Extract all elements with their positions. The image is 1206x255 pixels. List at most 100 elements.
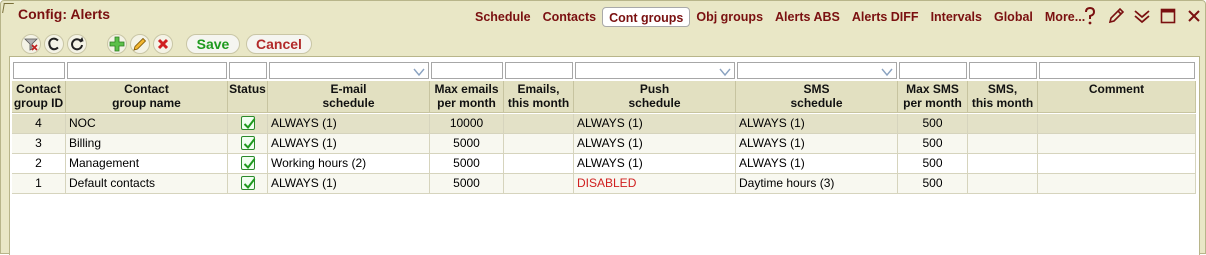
nav-item-cont-groups[interactable]: Cont groups xyxy=(602,7,691,27)
grid-panel: Contact group ID Contact group name Status E-… xyxy=(9,56,1200,255)
cell-email_schedule[interactable]: ALWAYS (1) xyxy=(268,134,430,154)
collapse-icon[interactable] xyxy=(1131,6,1153,26)
cell-comment[interactable] xyxy=(1038,114,1196,134)
cell-max_sms[interactable]: 500 xyxy=(898,134,968,154)
cell-max_sms[interactable]: 500 xyxy=(898,154,968,174)
column-header-status[interactable]: Status xyxy=(228,81,268,113)
refresh-icon[interactable] xyxy=(67,34,87,54)
cell-email_schedule[interactable]: Working hours (2) xyxy=(268,154,430,174)
cell-status[interactable] xyxy=(228,114,268,134)
column-header-push_schedule[interactable]: Push schedule xyxy=(574,81,736,113)
column-header-max_emails[interactable]: Max emails per month xyxy=(430,81,504,113)
column-header-max_sms[interactable]: Max SMS per month xyxy=(898,81,968,113)
cell-sms_schedule[interactable]: Daytime hours (3) xyxy=(736,174,898,194)
cell-max_sms[interactable]: 500 xyxy=(898,114,968,134)
c-icon[interactable] xyxy=(44,34,64,54)
column-header-emails_month[interactable]: Emails, this month xyxy=(504,81,574,113)
column-header-line: this month xyxy=(507,96,570,110)
cell-emails_month[interactable] xyxy=(504,114,574,134)
cell-max_emails[interactable]: 10000 xyxy=(430,114,504,134)
cell-name[interactable]: Default contacts xyxy=(66,174,228,194)
status-checkbox[interactable] xyxy=(240,116,255,130)
nav-item-alerts-abs[interactable]: Alerts ABS xyxy=(769,7,846,27)
filter-input-name[interactable] xyxy=(67,62,227,79)
filter-input-max_sms[interactable] xyxy=(899,62,967,79)
cell-sms_schedule[interactable]: ALWAYS (1) xyxy=(736,114,898,134)
filter-input-sms_schedule[interactable] xyxy=(737,62,897,79)
cell-name[interactable]: Management xyxy=(66,154,228,174)
cell-name[interactable]: Billing xyxy=(66,134,228,154)
status-checkbox[interactable] xyxy=(240,176,255,190)
cell-max_emails[interactable]: 5000 xyxy=(430,154,504,174)
cell-id[interactable]: 3 xyxy=(12,134,66,154)
nav-item-alerts-diff[interactable]: Alerts DIFF xyxy=(846,7,925,27)
cell-comment[interactable] xyxy=(1038,134,1196,154)
cell-max_sms[interactable]: 500 xyxy=(898,174,968,194)
chevron-down-icon[interactable] xyxy=(719,66,731,77)
cell-push_schedule[interactable]: ALWAYS (1) xyxy=(574,134,736,154)
cancel-button[interactable]: Cancel xyxy=(246,34,312,54)
column-header-email_schedule[interactable]: E-mail schedule xyxy=(268,81,430,113)
filter-input-max_emails[interactable] xyxy=(431,62,503,79)
nav-item-contacts[interactable]: Contacts xyxy=(537,7,602,27)
cell-status[interactable] xyxy=(228,154,268,174)
delete-icon[interactable] xyxy=(153,34,173,54)
pencil-icon[interactable] xyxy=(1105,6,1127,26)
nav-item-schedule[interactable]: Schedule xyxy=(469,7,537,27)
cell-emails_month[interactable] xyxy=(504,134,574,154)
close-icon[interactable] xyxy=(1183,6,1205,26)
cell-sms_month[interactable] xyxy=(968,154,1038,174)
filter-input-id[interactable] xyxy=(13,62,65,79)
nav-item-intervals[interactable]: Intervals xyxy=(925,7,988,27)
filter-input-status[interactable] xyxy=(229,62,267,79)
nav-item-obj-groups[interactable]: Obj groups xyxy=(690,7,769,27)
status-checkbox[interactable] xyxy=(240,156,255,170)
cell-name[interactable]: NOC xyxy=(66,114,228,134)
column-header-id[interactable]: Contact group ID xyxy=(12,81,66,113)
column-header-line: schedule xyxy=(322,96,375,110)
window-corner-handle[interactable] xyxy=(2,3,14,13)
cell-status[interactable] xyxy=(228,134,268,154)
cell-push_schedule[interactable]: ALWAYS (1) xyxy=(574,154,736,174)
chevron-down-icon[interactable] xyxy=(413,66,425,77)
cell-sms_month[interactable] xyxy=(968,134,1038,154)
column-header-sms_month[interactable]: SMS, this month xyxy=(968,81,1038,113)
help-icon[interactable] xyxy=(1079,6,1101,26)
nav-item-global[interactable]: Global xyxy=(988,7,1039,27)
cell-push_schedule[interactable]: ALWAYS (1) xyxy=(574,114,736,134)
cell-emails_month[interactable] xyxy=(504,174,574,194)
cell-sms_schedule[interactable]: ALWAYS (1) xyxy=(736,134,898,154)
status-checkbox[interactable] xyxy=(240,136,255,150)
cell-id[interactable]: 1 xyxy=(12,174,66,194)
cell-status[interactable] xyxy=(228,174,268,194)
cell-sms_month[interactable] xyxy=(968,174,1038,194)
clear-filter-icon[interactable] xyxy=(21,34,41,54)
cell-emails_month[interactable] xyxy=(504,154,574,174)
edit-icon[interactable] xyxy=(130,34,150,54)
cell-id[interactable]: 4 xyxy=(12,114,66,134)
column-header-sms_schedule[interactable]: SMS schedule xyxy=(736,81,898,113)
alerts-config-window: Config: Alerts Schedule Contacts Cont gr… xyxy=(0,0,1206,255)
cell-id[interactable]: 2 xyxy=(12,154,66,174)
maximize-icon[interactable] xyxy=(1157,6,1179,26)
cell-email_schedule[interactable]: ALWAYS (1) xyxy=(268,174,430,194)
filter-input-email_schedule[interactable] xyxy=(269,62,429,79)
filter-input-emails_month[interactable] xyxy=(505,62,573,79)
filter-cell-max_emails xyxy=(430,61,504,79)
cell-sms_month[interactable] xyxy=(968,114,1038,134)
cell-email_schedule[interactable]: ALWAYS (1) xyxy=(268,114,430,134)
cell-max_emails[interactable]: 5000 xyxy=(430,134,504,154)
column-header-name[interactable]: Contact group name xyxy=(66,81,228,113)
chevron-down-icon[interactable] xyxy=(881,66,893,77)
filter-input-push_schedule[interactable] xyxy=(575,62,735,79)
cell-push_schedule[interactable]: DISABLED xyxy=(574,174,736,194)
save-button[interactable]: Save xyxy=(186,34,240,54)
cell-sms_schedule[interactable]: ALWAYS (1) xyxy=(736,154,898,174)
cell-max_emails[interactable]: 5000 xyxy=(430,174,504,194)
filter-input-sms_month[interactable] xyxy=(969,62,1037,79)
add-icon[interactable] xyxy=(107,34,127,54)
cell-comment[interactable] xyxy=(1038,174,1196,194)
cell-comment[interactable] xyxy=(1038,154,1196,174)
filter-input-comment[interactable] xyxy=(1039,62,1195,79)
column-header-comment[interactable]: Comment xyxy=(1038,81,1196,113)
